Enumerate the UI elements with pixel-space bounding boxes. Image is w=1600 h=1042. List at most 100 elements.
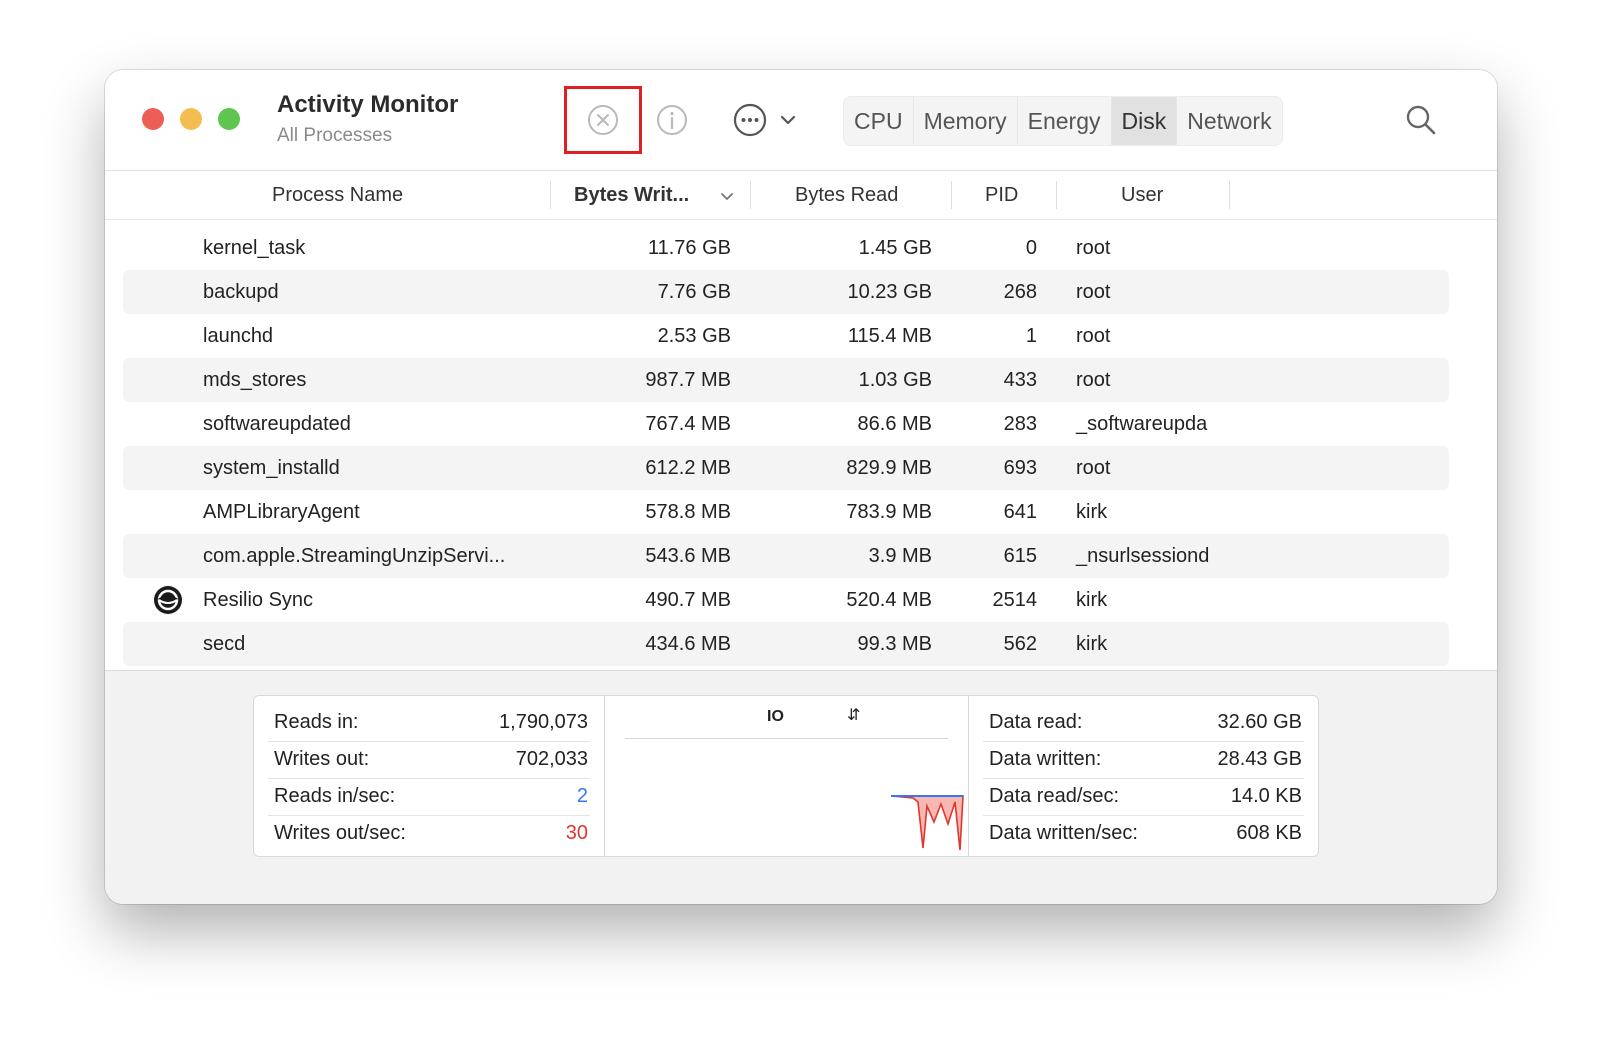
- chevron-down-icon: [780, 115, 796, 125]
- stat-reads-in: Reads in: 1,790,073: [268, 704, 590, 742]
- bytes-written: 2.53 GB: [657, 325, 731, 347]
- table-row[interactable]: system_installd 612.2 MB 829.9 MB 693 ro…: [123, 446, 1449, 490]
- pid: 283: [1003, 413, 1037, 435]
- stat-writes-per-sec: Writes out/sec: 30: [274, 822, 588, 844]
- process-table: kernel_task 11.76 GB 1.45 GB 0 root back…: [123, 226, 1449, 666]
- activity-monitor-window: Activity Monitor All Processes CPU Memor…: [105, 70, 1497, 904]
- column-divider[interactable]: [550, 181, 551, 209]
- process-name: softwareupdated: [203, 413, 351, 435]
- bytes-written: 434.6 MB: [645, 633, 731, 655]
- bytes-read: 520.4 MB: [846, 589, 932, 611]
- pid: 615: [1003, 545, 1037, 567]
- column-divider[interactable]: [1229, 181, 1230, 209]
- graph-mode-label: IO: [767, 708, 784, 725]
- pid: 693: [1003, 457, 1037, 479]
- pid: 433: [1003, 369, 1037, 391]
- tab-memory[interactable]: Memory: [914, 97, 1018, 145]
- process-name: secd: [203, 633, 246, 655]
- user: kirk: [1076, 501, 1108, 523]
- bytes-read: 1.03 GB: [858, 369, 932, 391]
- bytes-read: 99.3 MB: [857, 633, 932, 655]
- stop-process-icon: [588, 105, 618, 135]
- table-row[interactable]: Resilio Sync 490.7 MB 520.4 MB 2514 kirk: [123, 578, 1449, 622]
- table-row[interactable]: backupd 7.76 GB 10.23 GB 268 root: [123, 270, 1449, 314]
- bytes-read: 3.9 MB: [868, 545, 932, 567]
- column-divider[interactable]: [750, 181, 751, 209]
- graph-mode-selector[interactable]: IO ⇵: [625, 704, 948, 739]
- pid: 268: [1003, 281, 1037, 303]
- bytes-written: 612.2 MB: [645, 457, 731, 479]
- search-button[interactable]: [1395, 96, 1447, 144]
- column-divider[interactable]: [951, 181, 952, 209]
- table-row[interactable]: mds_stores 987.7 MB 1.03 GB 433 root: [123, 358, 1449, 402]
- window-subtitle[interactable]: All Processes: [277, 125, 392, 147]
- io-graph-panel: IO ⇵: [605, 696, 969, 856]
- zoom-window-button[interactable]: [218, 108, 240, 130]
- bytes-written: 490.7 MB: [645, 589, 731, 611]
- column-header-user[interactable]: User: [1121, 171, 1163, 219]
- tab-cpu[interactable]: CPU: [844, 97, 914, 145]
- table-header: Process Name Bytes Writ... Bytes Read PI…: [105, 171, 1497, 220]
- more-options-button[interactable]: [725, 96, 805, 144]
- data-totals: Data read: 32.60 GB Data written: 28.43 …: [969, 696, 1318, 856]
- process-name: com.apple.StreamingUnzipServi...: [203, 545, 506, 567]
- user: kirk: [1076, 633, 1108, 655]
- bytes-written: 767.4 MB: [645, 413, 731, 435]
- user: _softwareupda: [1076, 413, 1208, 435]
- user: root: [1076, 237, 1111, 259]
- pid: 2514: [992, 589, 1038, 611]
- tab-disk[interactable]: Disk: [1111, 97, 1178, 145]
- column-header-bytes-written[interactable]: Bytes Writ...: [574, 171, 689, 219]
- io-activity-graph: [890, 795, 964, 851]
- table-row[interactable]: softwareupdated 767.4 MB 86.6 MB 283 _so…: [123, 402, 1449, 446]
- user: root: [1076, 325, 1111, 347]
- search-icon: [1406, 105, 1436, 135]
- column-header-pid[interactable]: PID: [985, 171, 1018, 219]
- sort-descending-icon: [721, 193, 733, 200]
- table-row[interactable]: secd 434.6 MB 99.3 MB 562 kirk: [123, 622, 1449, 666]
- stop-process-button[interactable]: [564, 86, 642, 154]
- process-name: AMPLibraryAgent: [203, 501, 360, 523]
- inspect-process-button[interactable]: [644, 96, 700, 144]
- column-header-bytes-read[interactable]: Bytes Read: [795, 171, 898, 219]
- disk-summary-panel: Reads in: 1,790,073 Writes out: 702,033 …: [105, 670, 1497, 904]
- bytes-written: 543.6 MB: [645, 545, 731, 567]
- table-row[interactable]: AMPLibraryAgent 578.8 MB 783.9 MB 641 ki…: [123, 490, 1449, 534]
- user: kirk: [1076, 589, 1108, 611]
- process-name: mds_stores: [203, 369, 307, 391]
- bytes-written: 11.76 GB: [647, 237, 731, 259]
- bytes-read: 10.23 GB: [847, 281, 932, 303]
- tab-energy[interactable]: Energy: [1018, 97, 1112, 145]
- close-window-button[interactable]: [142, 108, 164, 130]
- bytes-written: 987.7 MB: [645, 369, 731, 391]
- table-row[interactable]: kernel_task 11.76 GB 1.45 GB 0 root: [123, 226, 1449, 270]
- tab-network[interactable]: Network: [1177, 97, 1281, 145]
- process-name: backupd: [203, 281, 279, 303]
- table-row[interactable]: com.apple.StreamingUnzipServi... 543.6 M…: [123, 534, 1449, 578]
- user: root: [1076, 281, 1111, 303]
- user: root: [1076, 369, 1111, 391]
- minimize-window-button[interactable]: [180, 108, 202, 130]
- process-name: launchd: [203, 325, 274, 347]
- process-name: system_installd: [203, 457, 340, 479]
- pid: 562: [1003, 633, 1037, 655]
- user: root: [1076, 457, 1111, 479]
- bytes-written: 578.8 MB: [645, 501, 731, 523]
- info-icon: [657, 105, 687, 135]
- process-name: Resilio Sync: [203, 589, 314, 611]
- bytes-read: 115.4 MB: [847, 325, 932, 347]
- column-divider[interactable]: [1056, 181, 1057, 209]
- table-row[interactable]: launchd 2.53 GB 115.4 MB 1 root: [123, 314, 1449, 358]
- window-title: Activity Monitor: [277, 91, 459, 118]
- toolbar: Activity Monitor All Processes CPU Memor…: [105, 70, 1497, 171]
- stat-reads-per-sec: Reads in/sec: 2: [268, 778, 590, 816]
- column-header-process-name[interactable]: Process Name: [272, 171, 403, 219]
- more-options-icon: [733, 103, 767, 137]
- pid: 0: [1025, 237, 1037, 259]
- io-counts: Reads in: 1,790,073 Writes out: 702,033 …: [254, 696, 605, 856]
- user: _nsurlsessiond: [1076, 545, 1210, 567]
- process-name: kernel_task: [203, 237, 306, 259]
- bytes-read: 829.9 MB: [846, 457, 932, 479]
- view-tabs: CPU Memory Energy Disk Network: [843, 96, 1283, 146]
- bytes-read: 86.6 MB: [857, 413, 932, 435]
